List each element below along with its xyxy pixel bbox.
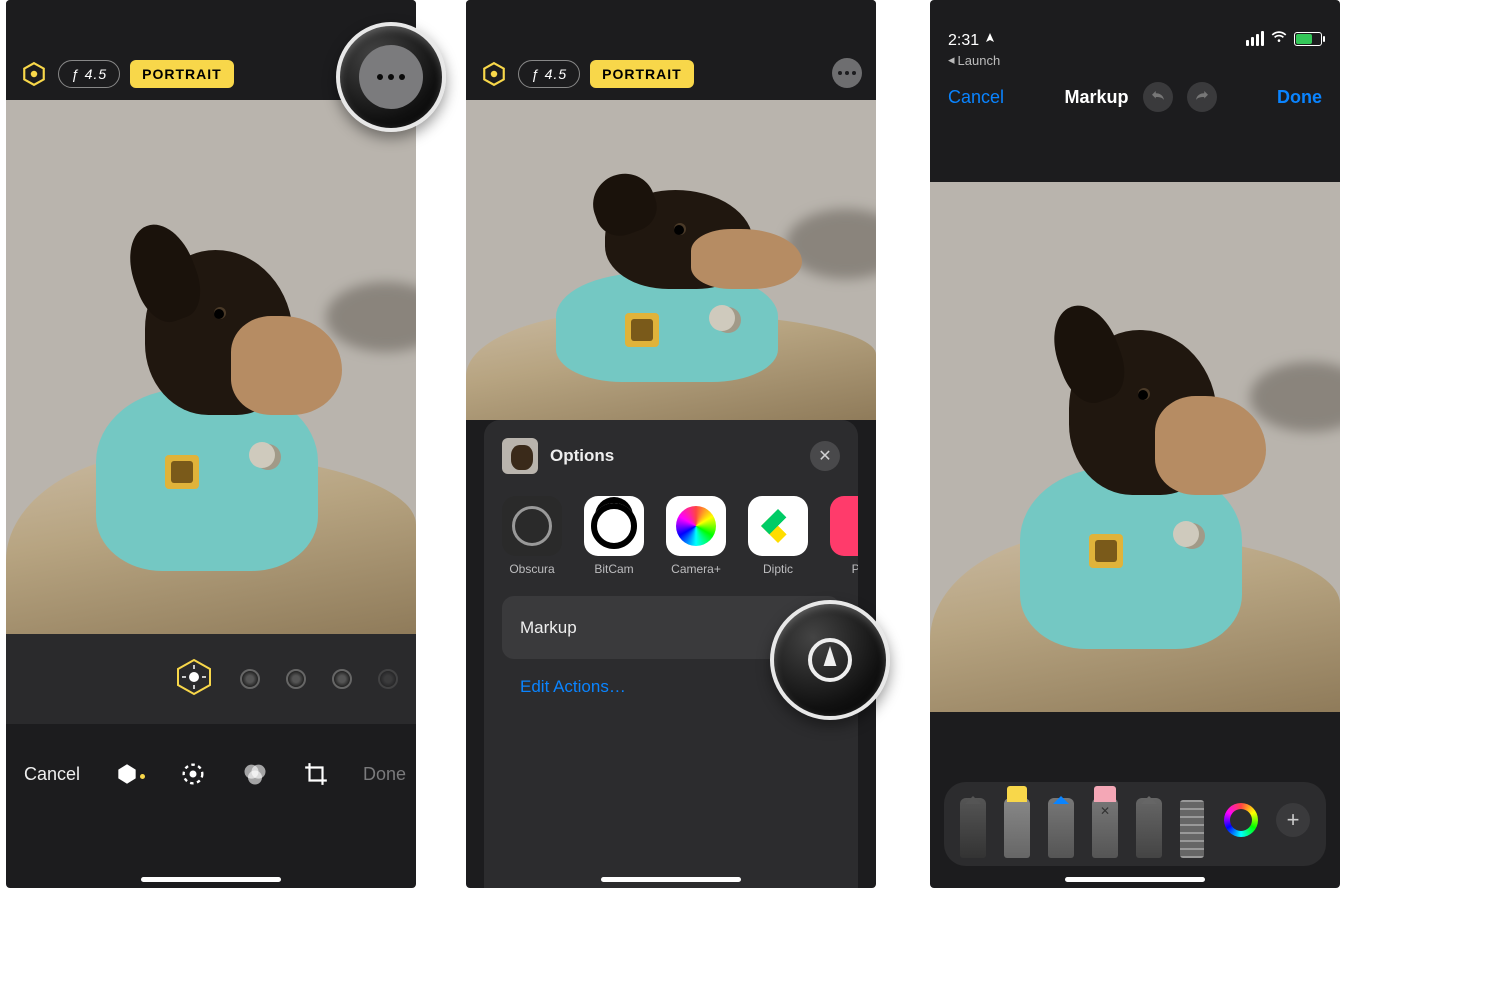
app-pix[interactable]: Pix <box>830 496 858 576</box>
color-picker-icon[interactable] <box>1224 803 1258 837</box>
filters-tab-icon[interactable] <box>241 757 269 791</box>
wifi-icon <box>1270 27 1288 50</box>
close-icon[interactable]: ✕ <box>810 441 840 471</box>
status-bar: 2:31 <box>930 0 1340 52</box>
add-shape-icon[interactable]: + <box>1276 803 1310 837</box>
home-indicator[interactable] <box>141 877 281 882</box>
marker-tool-yellow[interactable] <box>1004 798 1030 858</box>
undo-icon[interactable] <box>1143 82 1173 112</box>
home-indicator[interactable] <box>601 877 741 882</box>
edit-topbar: ƒ 4.5 PORTRAIT <box>466 0 876 100</box>
screen-photo-edit: ƒ 4.5 PORTRAIT Cancel Done <box>6 0 416 888</box>
app-label: Obscura <box>509 562 554 576</box>
more-options-button[interactable] <box>832 58 862 88</box>
extension-apps-row[interactable]: Obscura BitCam Camera+ Diptic Pix <box>484 488 858 582</box>
edit-bottom-bar: Cancel Done <box>6 724 416 824</box>
cancel-button[interactable]: Cancel <box>24 764 80 785</box>
adjust-tab-icon[interactable] <box>179 757 207 791</box>
lighting-option-icon[interactable] <box>286 669 306 689</box>
f-stop-pill[interactable]: ƒ 4.5 <box>518 60 580 88</box>
options-title: Options <box>550 446 614 466</box>
screen-markup: 2:31 ◂ Launch Cancel Markup Done ✕ + <box>930 0 1340 888</box>
status-time: 2:31 <box>948 32 996 50</box>
ruler-tool[interactable] <box>1180 800 1204 858</box>
done-button[interactable]: Done <box>363 764 406 785</box>
done-button[interactable]: Done <box>1277 87 1322 108</box>
photo-preview <box>466 100 876 420</box>
lighting-option-icon[interactable] <box>332 669 352 689</box>
markup-navbar: Cancel Markup Done <box>930 74 1340 120</box>
screen-options-sheet: ƒ 4.5 PORTRAIT Options ✕ Obscura BitCam … <box>466 0 876 888</box>
lighting-carousel[interactable] <box>6 634 416 724</box>
pencil-tool-blue[interactable] <box>1048 798 1074 858</box>
crop-tab-icon[interactable] <box>303 757 329 791</box>
battery-icon <box>1294 32 1322 46</box>
annotation-markup-icon <box>770 600 890 720</box>
portrait-mode-pill[interactable]: PORTRAIT <box>590 60 694 88</box>
options-thumbnail <box>502 438 538 474</box>
app-label: Camera+ <box>671 562 721 576</box>
cancel-button[interactable]: Cancel <box>948 87 1004 108</box>
markup-title: Markup <box>1065 87 1129 108</box>
photo-preview <box>6 100 416 634</box>
app-bitcam[interactable]: BitCam <box>584 496 644 576</box>
app-label: Pix <box>852 562 858 576</box>
f-stop-pill[interactable]: ƒ 4.5 <box>58 60 120 88</box>
lighting-selected-icon[interactable] <box>174 657 214 702</box>
app-obscura[interactable]: Obscura <box>502 496 562 576</box>
lasso-tool[interactable] <box>1136 798 1162 858</box>
app-cameraplus[interactable]: Camera+ <box>666 496 726 576</box>
markup-label: Markup <box>520 618 577 638</box>
app-label: BitCam <box>594 562 633 576</box>
back-to-app[interactable]: ◂ Launch <box>930 52 1340 74</box>
lighting-option-icon[interactable] <box>240 669 260 689</box>
eraser-tool[interactable]: ✕ <box>1092 798 1118 858</box>
home-indicator[interactable] <box>1065 877 1205 882</box>
pen-tool-black[interactable] <box>960 798 986 858</box>
portrait-mode-pill[interactable]: PORTRAIT <box>130 60 234 88</box>
portrait-tab-icon[interactable] <box>114 757 145 791</box>
app-diptic[interactable]: Diptic <box>748 496 808 576</box>
app-label: Diptic <box>763 562 793 576</box>
portrait-hex-icon[interactable] <box>20 60 48 88</box>
redo-icon[interactable] <box>1187 82 1217 112</box>
markup-tool-palette: ✕ + <box>944 782 1326 866</box>
annotation-more-button <box>336 22 446 132</box>
lighting-option-icon[interactable] <box>378 669 398 689</box>
photo-preview[interactable] <box>930 182 1340 712</box>
cell-signal-icon <box>1246 31 1264 46</box>
portrait-hex-icon[interactable] <box>480 60 508 88</box>
